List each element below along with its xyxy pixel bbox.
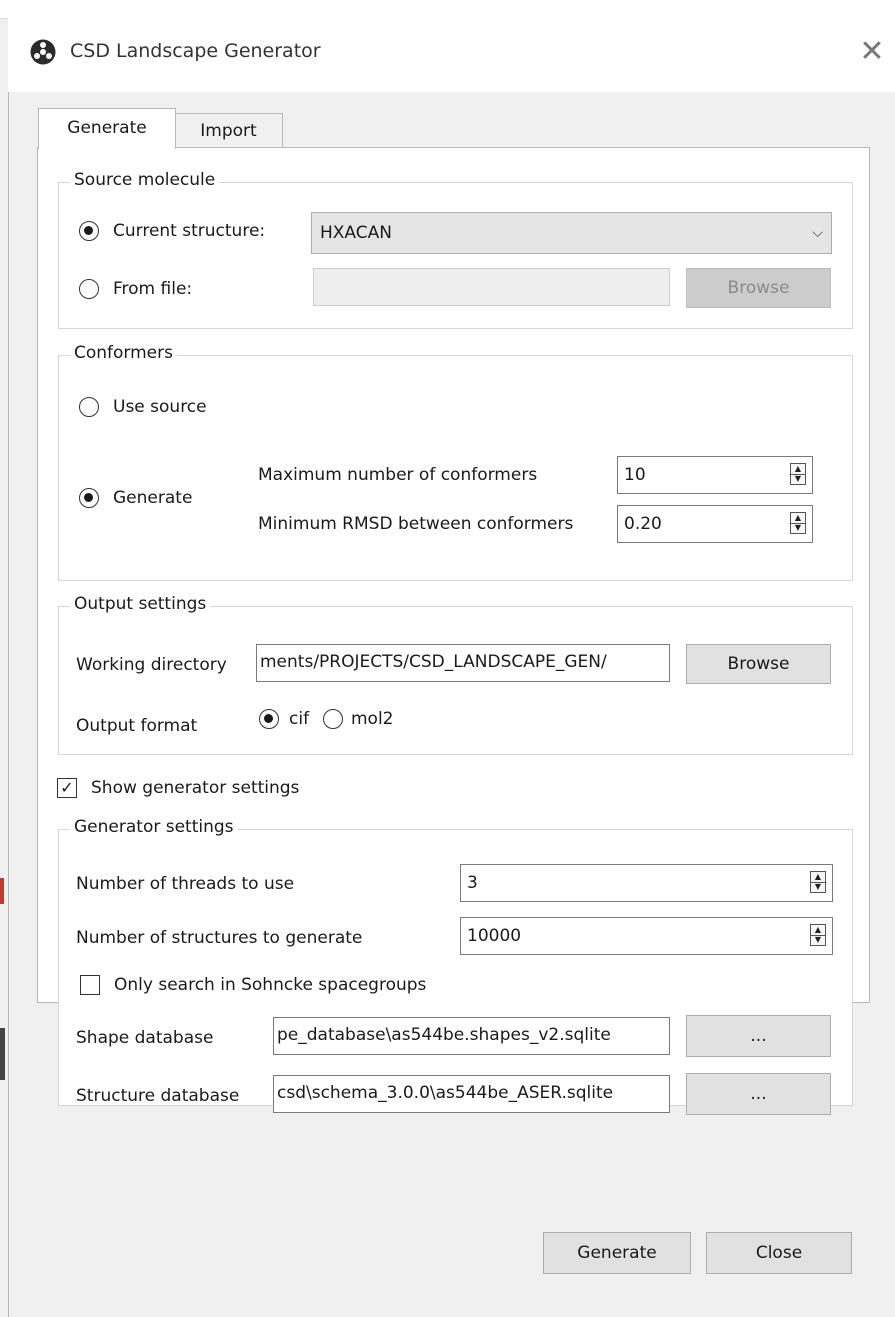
- spin-buttons[interactable]: ▲ ▼: [790, 512, 806, 534]
- spin-buttons[interactable]: ▲ ▼: [810, 871, 826, 893]
- output-settings-legend: Output settings: [70, 594, 211, 614]
- spin-down-icon[interactable]: ▼: [791, 523, 805, 533]
- use-source-radio[interactable]: [79, 397, 99, 417]
- shape-database-input[interactable]: pe_database\as544be.shapes_v2.sqlite: [273, 1017, 670, 1055]
- close-button[interactable]: Close: [706, 1232, 852, 1274]
- generate-button[interactable]: Generate: [543, 1232, 691, 1274]
- generator-settings-legend: Generator settings: [70, 817, 238, 837]
- show-generator-settings-checkbox[interactable]: ✓: [57, 778, 77, 798]
- current-structure-radio[interactable]: [79, 221, 99, 241]
- from-file-browse-button[interactable]: Browse: [686, 268, 831, 308]
- background-app-marker: [0, 1028, 5, 1080]
- chevron-down-icon: ⌵: [812, 225, 823, 241]
- threads-label: Number of threads to use: [76, 874, 295, 894]
- generate-conformers-radio[interactable]: [79, 488, 99, 508]
- structure-database-value: csd\schema_3.0.0\as544be_ASER.sqlite: [277, 1083, 614, 1103]
- structure-database-browse-button[interactable]: ...: [686, 1073, 831, 1115]
- structures-value: 10000: [467, 926, 522, 946]
- sohncke-checkbox[interactable]: [80, 975, 100, 995]
- generate-conformers-label: Generate: [113, 488, 193, 508]
- tab-generate[interactable]: Generate: [38, 108, 176, 149]
- min-rmsd-spinbox[interactable]: 0.20 ▲ ▼: [617, 505, 813, 543]
- close-icon[interactable]: ✕: [852, 32, 892, 72]
- from-file-label: From file:: [113, 279, 193, 299]
- conformers-legend: Conformers: [70, 343, 177, 363]
- structure-database-input[interactable]: csd\schema_3.0.0\as544be_ASER.sqlite: [273, 1075, 670, 1113]
- threads-spinbox[interactable]: 3 ▲ ▼: [460, 864, 833, 902]
- min-rmsd-label: Minimum RMSD between conformers: [258, 514, 574, 534]
- format-mol2-radio[interactable]: [323, 709, 343, 729]
- spin-buttons[interactable]: ▲ ▼: [790, 463, 806, 485]
- spin-buttons[interactable]: ▲ ▼: [810, 924, 826, 946]
- output-format-label: Output format: [76, 716, 198, 736]
- spin-down-icon[interactable]: ▼: [811, 935, 825, 945]
- structures-spinbox[interactable]: 10000 ▲ ▼: [460, 917, 833, 955]
- spin-down-icon[interactable]: ▼: [791, 474, 805, 484]
- shape-database-label: Shape database: [76, 1028, 214, 1048]
- use-source-label: Use source: [113, 397, 207, 417]
- format-cif-radio[interactable]: [259, 709, 279, 729]
- structures-label: Number of structures to generate: [76, 928, 363, 948]
- max-conformers-label: Maximum number of conformers: [258, 465, 538, 485]
- window-title: CSD Landscape Generator: [70, 40, 321, 62]
- working-directory-value: ments/PROJECTS/CSD_LANDSCAPE_GEN/: [260, 652, 607, 672]
- threads-value: 3: [467, 873, 478, 893]
- working-directory-label: Working directory: [76, 655, 227, 675]
- format-mol2-label: mol2: [351, 709, 394, 729]
- format-cif-label: cif: [289, 709, 310, 729]
- spin-down-icon[interactable]: ▼: [811, 882, 825, 892]
- current-structure-label: Current structure:: [113, 221, 266, 241]
- from-file-input[interactable]: [313, 268, 670, 306]
- max-conformers-value: 10: [624, 465, 646, 485]
- show-generator-settings-label: Show generator settings: [91, 778, 300, 798]
- from-file-radio[interactable]: [79, 279, 99, 299]
- sohncke-label: Only search in Sohncke spacegroups: [114, 975, 427, 995]
- shape-database-browse-button[interactable]: ...: [686, 1015, 831, 1057]
- max-conformers-spinbox[interactable]: 10 ▲ ▼: [617, 456, 813, 494]
- app-icon: [30, 39, 56, 65]
- min-rmsd-value: 0.20: [624, 514, 662, 534]
- tab-import[interactable]: Import: [174, 113, 283, 148]
- current-structure-value: HXACAN: [320, 223, 392, 243]
- background-app-strip: [0, 0, 895, 19]
- source-molecule-legend: Source molecule: [70, 170, 220, 190]
- background-app-marker: [0, 878, 4, 904]
- shape-database-value: pe_database\as544be.shapes_v2.sqlite: [277, 1025, 611, 1045]
- current-structure-select[interactable]: HXACAN ⌵: [311, 212, 832, 254]
- working-directory-input[interactable]: ments/PROJECTS/CSD_LANDSCAPE_GEN/: [256, 644, 670, 682]
- structure-database-label: Structure database: [76, 1086, 240, 1106]
- working-directory-browse-button[interactable]: Browse: [686, 644, 831, 684]
